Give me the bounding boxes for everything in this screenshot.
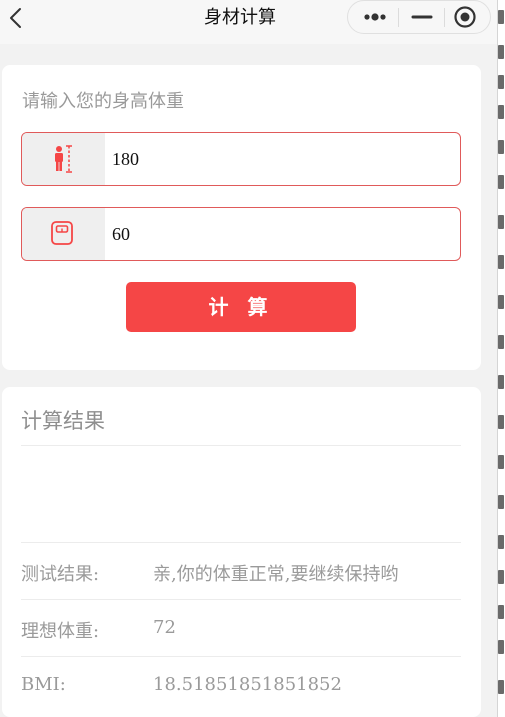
result-label-test: 测试结果: (21, 564, 100, 585)
capsule-menu (347, 0, 491, 34)
height-icon-box (22, 133, 105, 185)
result-label-bmi: BMI: (21, 674, 66, 695)
background-window-strip (497, 0, 505, 717)
calculate-button[interactable]: 计 算 (126, 282, 356, 332)
input-card: 请输入您的身高体重 计 算 (2, 65, 481, 370)
more-dots-icon (364, 13, 386, 21)
minimize-icon (411, 15, 433, 19)
divider (21, 599, 461, 600)
input-heading: 请输入您的身高体重 (22, 91, 184, 112)
capsule-divider (398, 8, 399, 27)
more-button[interactable] (356, 1, 394, 33)
target-close-icon (454, 6, 476, 28)
result-heading: 计算结果 (21, 409, 105, 433)
result-value-test: 亲,你的体重正常,要继续保持哟 (153, 564, 399, 585)
divider (21, 542, 461, 543)
height-person-icon (55, 145, 72, 173)
result-value-bmi: 18.51851851851852 (153, 674, 342, 695)
divider (21, 656, 461, 657)
result-label-ideal-weight: 理想体重: (21, 621, 100, 642)
result-value-ideal-weight: 72 (153, 617, 176, 638)
minimize-button[interactable] (406, 1, 438, 33)
divider (21, 445, 461, 446)
nav-bar: 身材计算 (0, 0, 497, 44)
weight-input[interactable] (112, 221, 442, 247)
result-card: 计算结果 测试结果: 亲,你的体重正常,要继续保持哟 理想体重: 72 BMI:… (2, 387, 481, 717)
close-button[interactable] (446, 1, 484, 33)
capsule-divider (444, 8, 445, 27)
scale-icon (51, 221, 73, 245)
weight-field (21, 207, 461, 261)
height-field (21, 132, 461, 186)
weight-icon-box (22, 208, 105, 260)
height-input[interactable] (112, 146, 442, 172)
